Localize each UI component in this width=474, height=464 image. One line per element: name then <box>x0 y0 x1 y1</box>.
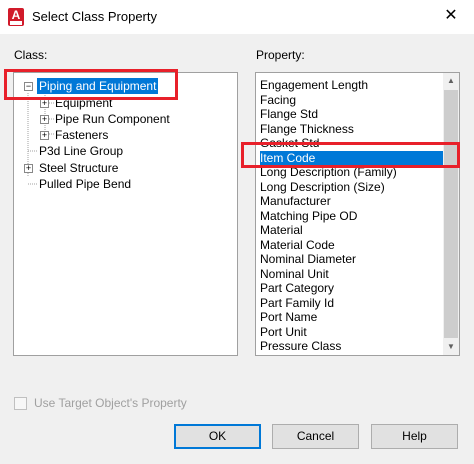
expand-icon[interactable]: + <box>40 131 49 140</box>
list-item[interactable]: Pressure Class <box>260 339 444 354</box>
tree-item-label: Piping and Equipment <box>37 78 159 94</box>
close-icon: ✕ <box>444 7 458 24</box>
list-item[interactable]: Port Unit <box>260 325 444 340</box>
checkbox-label: Use Target Object's Property <box>34 396 187 410</box>
list-item[interactable]: Facing <box>260 93 444 108</box>
collapse-icon[interactable]: − <box>24 82 33 91</box>
class-label: Class: <box>14 48 48 62</box>
tree-item-p3d-line-group[interactable]: P3d Line Group <box>39 143 123 159</box>
expand-icon[interactable]: + <box>40 115 49 124</box>
list-item[interactable]: Gasket Std <box>260 136 444 151</box>
tree-item-label: P3d Line Group <box>39 144 124 158</box>
app-icon-badge <box>10 21 22 25</box>
ok-button[interactable]: OK <box>174 424 261 449</box>
use-target-property-checkbox <box>14 397 27 410</box>
list-item[interactable]: Material <box>260 223 444 238</box>
list-item[interactable]: Long Description (Size) <box>260 180 444 195</box>
help-button[interactable]: Help <box>371 424 458 449</box>
list-item[interactable]: Port Name <box>260 310 444 325</box>
class-tree[interactable]: − Piping and Equipment + Equipment + Pip… <box>13 72 238 356</box>
property-label: Property: <box>256 48 305 62</box>
list-item[interactable]: Matching Pipe OD <box>260 209 444 224</box>
vertical-scrollbar[interactable]: ▲ ▼ <box>443 73 459 355</box>
close-button[interactable]: ✕ <box>428 0 474 34</box>
list-item[interactable]: Long Description (Family) <box>260 165 444 180</box>
list-item[interactable]: Manufacturer <box>260 194 444 209</box>
scroll-thumb[interactable] <box>444 90 458 338</box>
window-title: Select Class Property <box>32 9 157 24</box>
list-item-selected[interactable]: Item Code <box>260 150 444 165</box>
scroll-up-icon[interactable]: ▲ <box>443 73 459 89</box>
expand-icon[interactable]: + <box>40 99 49 108</box>
list-item[interactable]: Nominal Unit <box>260 267 444 282</box>
list-item[interactable]: Material Code <box>260 238 444 253</box>
autocad-app-icon: A <box>8 8 24 26</box>
scroll-down-icon[interactable]: ▼ <box>443 339 459 355</box>
list-item[interactable]: Part Family Id <box>260 296 444 311</box>
list-item[interactable]: Engagement Length <box>260 78 444 93</box>
tree-item-label: Pipe Run Component <box>55 112 170 126</box>
list-item[interactable]: Flange Std <box>260 107 444 122</box>
title-bar: A Select Class Property ✕ <box>0 0 474 34</box>
list-item[interactable]: Flange Thickness <box>260 122 444 137</box>
expand-icon[interactable]: + <box>24 164 33 173</box>
app-icon-letter: A <box>11 8 21 22</box>
tree-item-label: Fasteners <box>55 128 109 142</box>
list-item[interactable]: Nominal Diameter <box>260 252 444 267</box>
cancel-button[interactable]: Cancel <box>272 424 359 449</box>
list-item[interactable]: Part Category <box>260 281 444 296</box>
tree-item-label: Equipment <box>55 96 113 110</box>
tree-item-label: Pulled Pipe Bend <box>39 177 132 191</box>
tree-item-pulled-pipe-bend[interactable]: Pulled Pipe Bend <box>39 176 131 192</box>
property-list[interactable]: Engagement Length Facing Flange Std Flan… <box>255 72 460 356</box>
tree-item-label: Steel Structure <box>39 161 119 175</box>
